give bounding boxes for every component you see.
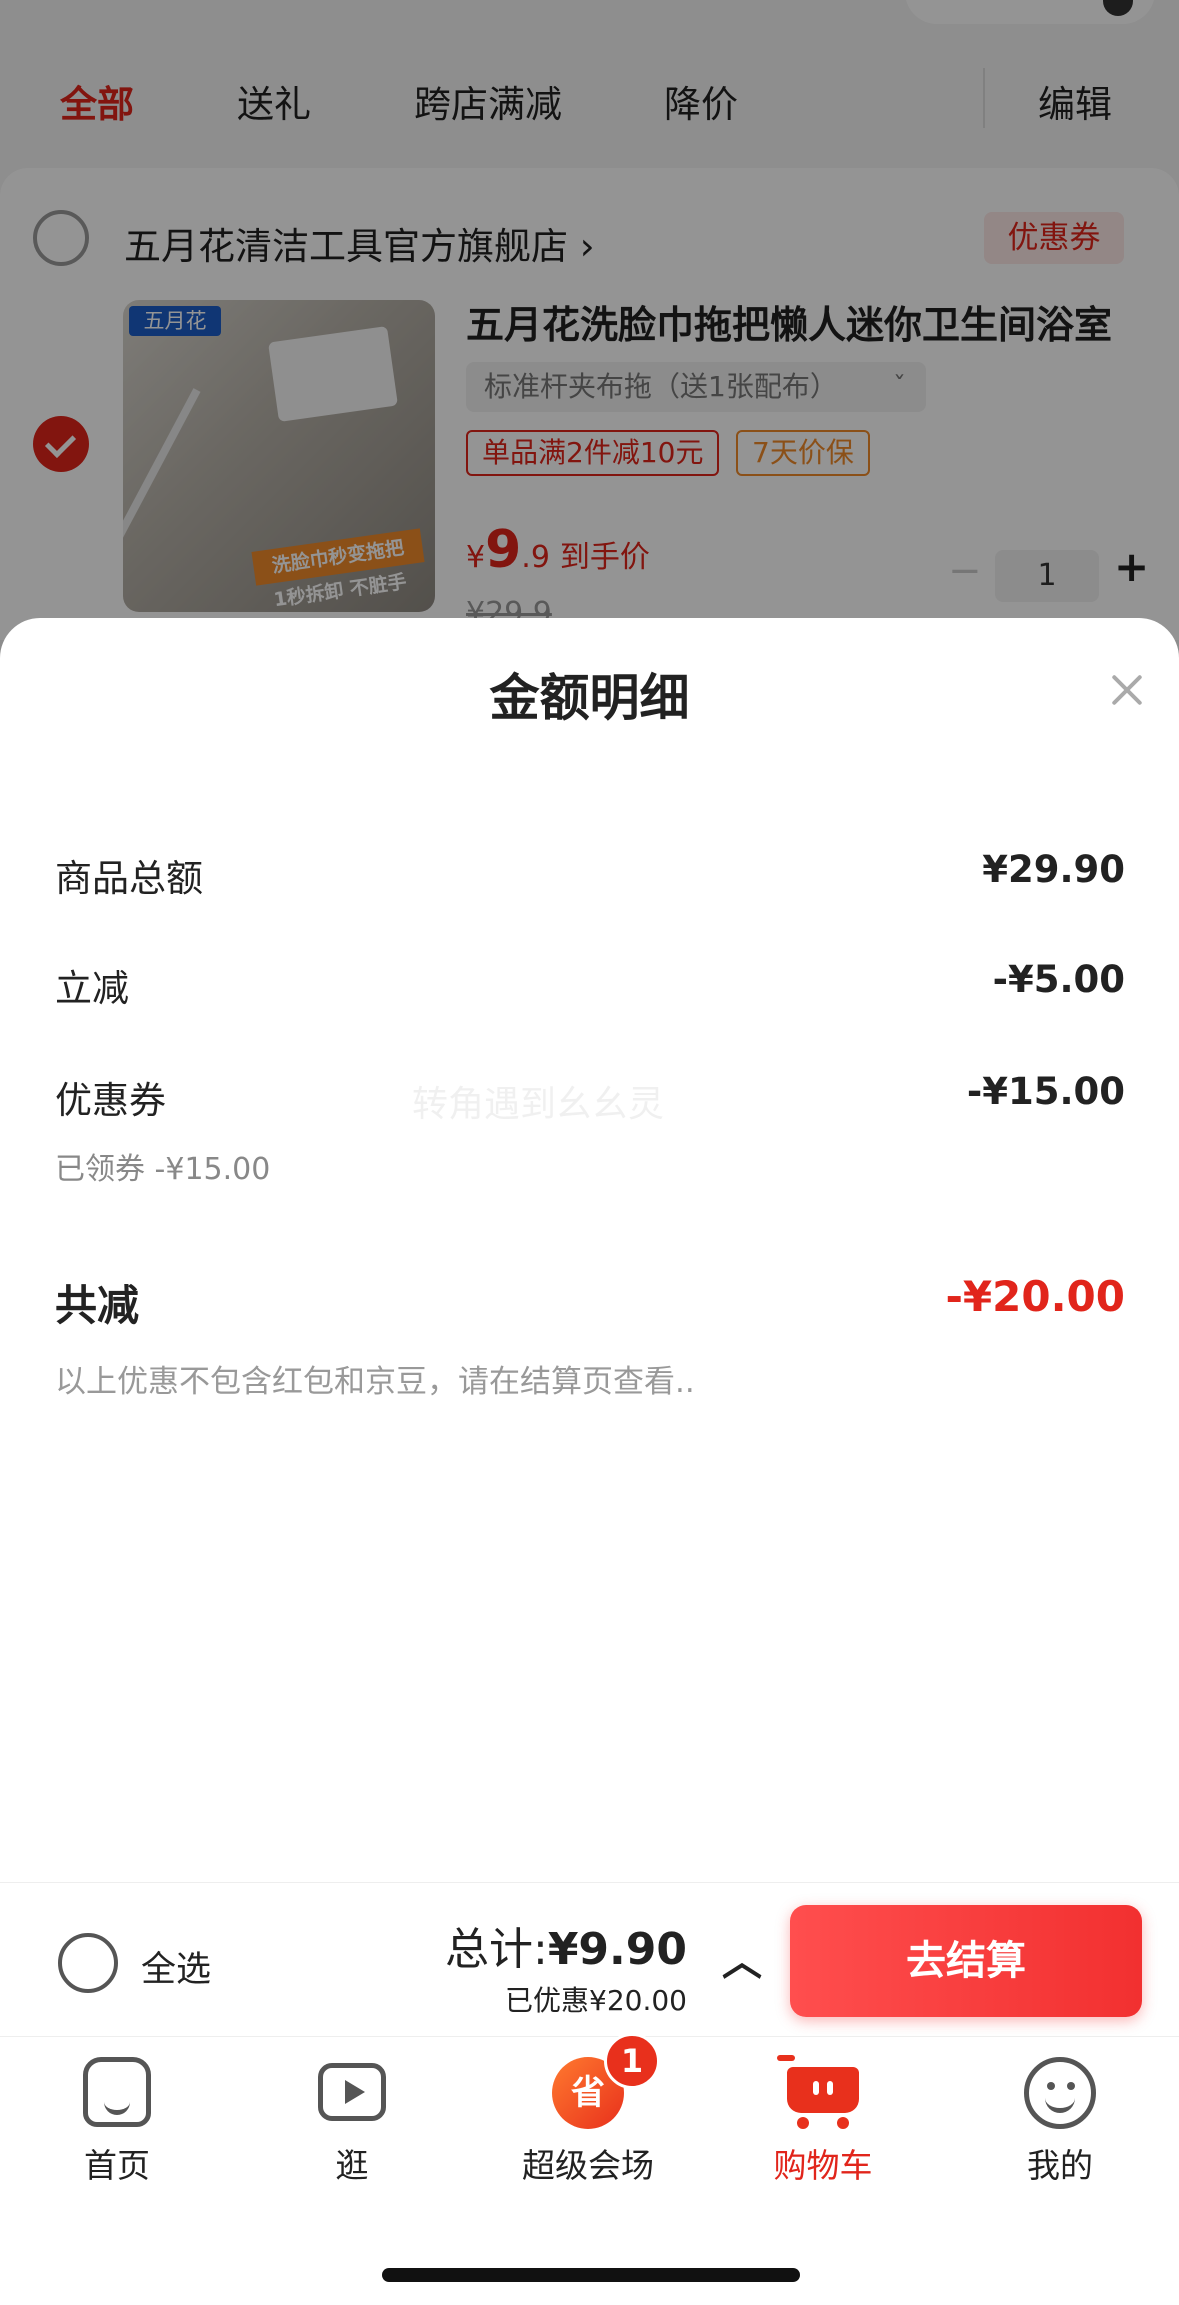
chevron-up-icon[interactable]: ︿ — [722, 1929, 762, 1987]
coupon-claimed-note: 已领券 -¥15.00 — [55, 1152, 271, 1187]
nav-profile[interactable]: 我的 — [960, 2053, 1160, 2187]
nav-super-venue[interactable]: 省 1 超级会场 — [488, 2033, 688, 2187]
nav-super-venue-label: 超级会场 — [522, 2146, 654, 2185]
sheet-title: 金额明细 — [489, 669, 690, 727]
bottom-tab-bar: 首页 逛 省 1 超级会场 购物车 我的 — [0, 2033, 1179, 2305]
checkout-bar: 全选 总计:¥9.90 已优惠¥20.00 ︿ 去结算 — [0, 1882, 1179, 2036]
checkout-total: 总计:¥9.90 — [445, 1913, 687, 1977]
nav-browse-label: 逛 — [335, 2146, 369, 2185]
watermark: 转角遇到幺幺灵 — [412, 1084, 665, 1125]
total-discount-value: -¥20.00 — [945, 1272, 1125, 1321]
nav-home-label: 首页 — [84, 2146, 150, 2185]
video-icon — [312, 2053, 392, 2133]
instant-discount-label: 立减 — [55, 967, 129, 1010]
select-all-radio[interactable] — [58, 1933, 118, 1993]
subtotal-value: ¥29.90 — [982, 848, 1125, 891]
nav-cart-label: 购物车 — [773, 2146, 873, 2185]
profile-icon — [1020, 2053, 1100, 2133]
nav-profile-label: 我的 — [1027, 2146, 1093, 2185]
total-discount-label: 共减 — [55, 1281, 140, 1330]
total-prefix: 总计: — [444, 1924, 548, 1975]
instant-discount-value: -¥5.00 — [992, 958, 1125, 1001]
discount-note: 以上优惠不包含红包和京豆，请在结算页查看.. — [55, 1364, 695, 1400]
saved-amount: 已优惠¥20.00 — [505, 1984, 687, 2017]
subtotal-label: 商品总额 — [55, 857, 203, 900]
nav-cart[interactable]: 购物车 — [723, 2053, 923, 2187]
checkout-button[interactable]: 去结算 — [790, 1905, 1142, 2017]
super-venue-icon: 省 1 — [548, 2033, 660, 2133]
coupon-label: 优惠券 — [55, 1079, 166, 1122]
coupon-value: -¥15.00 — [966, 1070, 1125, 1113]
nav-home[interactable]: 首页 — [17, 2053, 217, 2187]
home-icon — [77, 2053, 157, 2133]
nav-browse[interactable]: 逛 — [252, 2053, 452, 2187]
close-icon[interactable] — [1107, 670, 1147, 710]
cart-icon — [777, 2053, 863, 2133]
notification-badge: 1 — [604, 2033, 660, 2089]
home-indicator — [382, 2268, 800, 2282]
select-all-label[interactable]: 全选 — [141, 1941, 211, 1992]
total-amount: ¥9.90 — [547, 1924, 687, 1975]
